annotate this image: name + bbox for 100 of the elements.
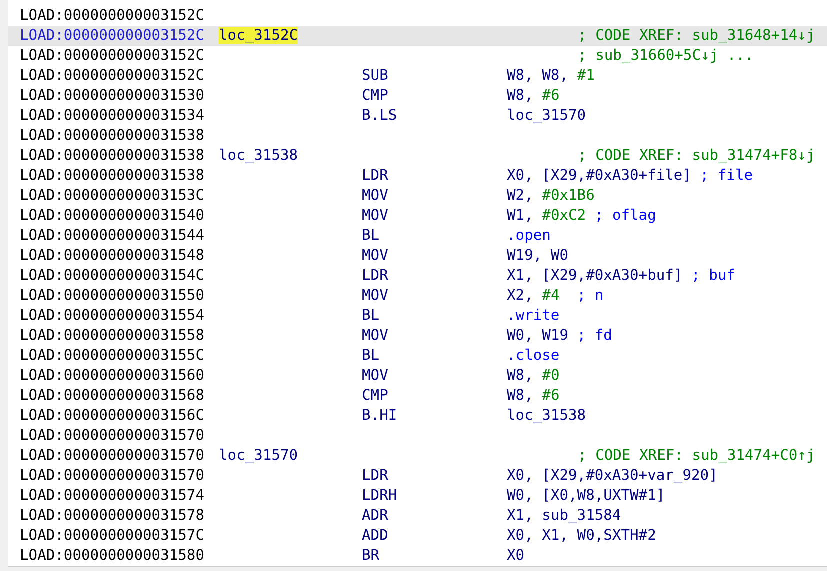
listing-row[interactable]: LOAD:0000000000031570 loc_31570 ; CODE XREF: sub_31474+C0↑j: [8, 446, 827, 466]
operand-text: W1,: [507, 206, 534, 224]
listing-row[interactable]: LOAD:000000000003156C B.HI loc_31538: [8, 406, 827, 426]
operand-text: W0, [X0,W8,UXTW#1]: [507, 486, 666, 504]
address-text: LOAD:0000000000031530: [20, 86, 205, 104]
listing-row[interactable]: LOAD:0000000000031538 loc_31538 ; CODE XREF: sub_31474+F8↓j: [8, 146, 827, 166]
listing-row[interactable]: LOAD:000000000003155C BL .close: [8, 346, 827, 366]
listing-row[interactable]: LOAD:0000000000031538 LDR X0, [X29,#0xA30+file] ; file: [8, 166, 827, 186]
address-text: LOAD:0000000000031578: [20, 506, 205, 524]
address-text: LOAD:000000000003152C: [20, 66, 205, 84]
operand-text: X0, X1, W0,SXTH#2: [507, 526, 656, 544]
operand-text: #6: [542, 386, 560, 404]
mnemonic-text: MOV: [362, 366, 388, 384]
comment-text: ; buf: [690, 266, 736, 284]
xref-comment: ; CODE XREF: sub_31474+C0↑j: [578, 446, 816, 464]
mnemonic-text: CMP: [362, 86, 388, 104]
listing-row[interactable]: LOAD:0000000000031548 MOV W19, W0: [8, 246, 827, 266]
operand-text: #0xC2: [542, 206, 586, 224]
listing-row[interactable]: LOAD:000000000003154C LDR X1, [X29,#0xA30+buf] ; buf: [8, 266, 827, 286]
address-text: LOAD:000000000003152C: [20, 46, 205, 64]
operand-text: W8,: [507, 86, 534, 104]
mnemonic-text: BR: [362, 546, 380, 564]
address-text: LOAD:0000000000031540: [20, 206, 205, 224]
address-text: LOAD:0000000000031570: [20, 466, 205, 484]
operand-text: #1: [577, 66, 595, 84]
listing-row[interactable]: LOAD:0000000000031544 BL .open: [8, 226, 827, 246]
operand-text: #0: [542, 366, 560, 384]
listing-row[interactable]: LOAD:000000000003153C MOV W2, #0x1B6: [8, 186, 827, 206]
code-label: loc_3152C: [219, 26, 298, 44]
comment-text: ; n: [576, 286, 604, 304]
mnemonic-text: BL: [362, 346, 380, 364]
comment-text: ; oflag: [594, 206, 656, 224]
operand-text: .open: [507, 226, 551, 244]
mnemonic-text: LDR: [362, 266, 388, 284]
operand-text: W8,: [507, 366, 534, 384]
listing-row[interactable]: LOAD:0000000000031554 BL .write: [8, 306, 827, 326]
operand-text: W19, W0: [507, 246, 569, 264]
mnemonic-text: BL: [362, 306, 380, 324]
comment-text: ; file: [699, 166, 754, 184]
mnemonic-text: CMP: [362, 386, 388, 404]
listing-row[interactable]: LOAD:0000000000031538: [8, 126, 827, 146]
address-text: LOAD:0000000000031544: [20, 226, 205, 244]
address-text: LOAD:000000000003157C: [20, 526, 205, 544]
operand-text: W0, W19: [507, 326, 569, 344]
listing-row[interactable]: LOAD:0000000000031550 MOV X2, #4 ; n: [8, 286, 827, 306]
address-text: LOAD:0000000000031574: [20, 486, 205, 504]
operand-text: .close: [507, 346, 560, 364]
listing-row[interactable]: LOAD:000000000003152C SUB W8, W8, #1: [8, 66, 827, 86]
operand-text: X0, [X29,#0xA30+var_920]: [507, 466, 718, 484]
address-text: LOAD:0000000000031538: [20, 146, 205, 164]
listing-row[interactable]: LOAD:0000000000031578 ADR X1, sub_31584: [8, 506, 827, 526]
listing-row[interactable]: LOAD:0000000000031534 B.LS loc_31570: [8, 106, 827, 126]
xref-comment: ; CODE XREF: sub_31474+F8↓j: [578, 146, 816, 164]
listing-row[interactable]: LOAD:0000000000031558 MOV W0, W19 ; fd: [8, 326, 827, 346]
mnemonic-text: LDR: [362, 466, 388, 484]
listing-row[interactable]: LOAD:0000000000031540 MOV W1, #0xC2 ; oflag: [8, 206, 827, 226]
address-text: LOAD:0000000000031570: [20, 446, 205, 464]
operand-text: X0: [507, 546, 525, 564]
mnemonic-text: MOV: [362, 326, 388, 344]
address-text: LOAD:0000000000031538: [20, 126, 205, 144]
listing-row[interactable]: LOAD:0000000000031560 MOV W8, #0: [8, 366, 827, 386]
listing-row[interactable]: LOAD:000000000003152C: [8, 6, 827, 26]
listing-row[interactable]: LOAD:0000000000031570 LDR X0, [X29,#0xA30+var_920]: [8, 466, 827, 486]
operand-text: #0x1B6: [542, 186, 595, 204]
mnemonic-text: SUB: [362, 66, 388, 84]
address-text: LOAD:0000000000031568: [20, 386, 205, 404]
mnemonic-text: MOV: [362, 186, 388, 204]
xref-comment: ; sub_31660+5C↓j ...: [578, 46, 754, 64]
address-text: LOAD:0000000000031538: [20, 166, 205, 184]
address-text: LOAD:0000000000031580: [20, 546, 205, 564]
comment-text: ; fd: [576, 326, 612, 344]
listing-row[interactable]: LOAD:0000000000031580 BR X0: [8, 546, 827, 566]
mnemonic-text: BL: [362, 226, 380, 244]
address-text: LOAD:000000000003152C: [20, 6, 205, 24]
address-text: LOAD:0000000000031554: [20, 306, 205, 324]
listing-row[interactable]: LOAD:0000000000031530 CMP W8, #6: [8, 86, 827, 106]
mnemonic-text: ADD: [362, 526, 388, 544]
listing-row[interactable]: LOAD:0000000000031568 CMP W8, #6: [8, 386, 827, 406]
address-text: LOAD:000000000003153C: [20, 186, 205, 204]
listing-row[interactable]: LOAD:0000000000031570: [8, 426, 827, 446]
mnemonic-text: MOV: [362, 246, 388, 264]
address-text: LOAD:0000000000031534: [20, 106, 205, 124]
address-text: LOAD:000000000003154C: [20, 266, 205, 284]
code-label: loc_31570: [219, 446, 298, 464]
mnemonic-text: MOV: [362, 286, 388, 304]
address-text: LOAD:000000000003156C: [20, 406, 205, 424]
address-text: LOAD:0000000000031560: [20, 366, 205, 384]
address-text: LOAD:000000000003155C: [20, 346, 205, 364]
address-text: LOAD:0000000000031570: [20, 426, 205, 444]
listing-row[interactable]: LOAD:000000000003157C ADD X0, X1, W0,SXTH#2: [8, 526, 827, 546]
selected-row[interactable]: LOAD:000000000003152C loc_3152C ; CODE XREF: sub_31648+14↓j: [8, 26, 827, 46]
listing-row[interactable]: LOAD:000000000003152C ; sub_31660+5C↓j ...: [8, 46, 827, 66]
address-text: LOAD:0000000000031558: [20, 326, 205, 344]
operand-text: loc_31538: [507, 406, 586, 424]
operand-text: X0, [X29,#0xA30+file]: [507, 166, 692, 184]
mnemonic-text: MOV: [362, 206, 388, 224]
xref-comment: ; CODE XREF: sub_31648+14↓j: [578, 26, 816, 44]
listing-row[interactable]: LOAD:0000000000031574 LDRH W0, [X0,W8,UXTW#1]: [8, 486, 827, 506]
address-text: LOAD:0000000000031550: [20, 286, 205, 304]
operand-text: X1, sub_31584: [507, 506, 622, 524]
